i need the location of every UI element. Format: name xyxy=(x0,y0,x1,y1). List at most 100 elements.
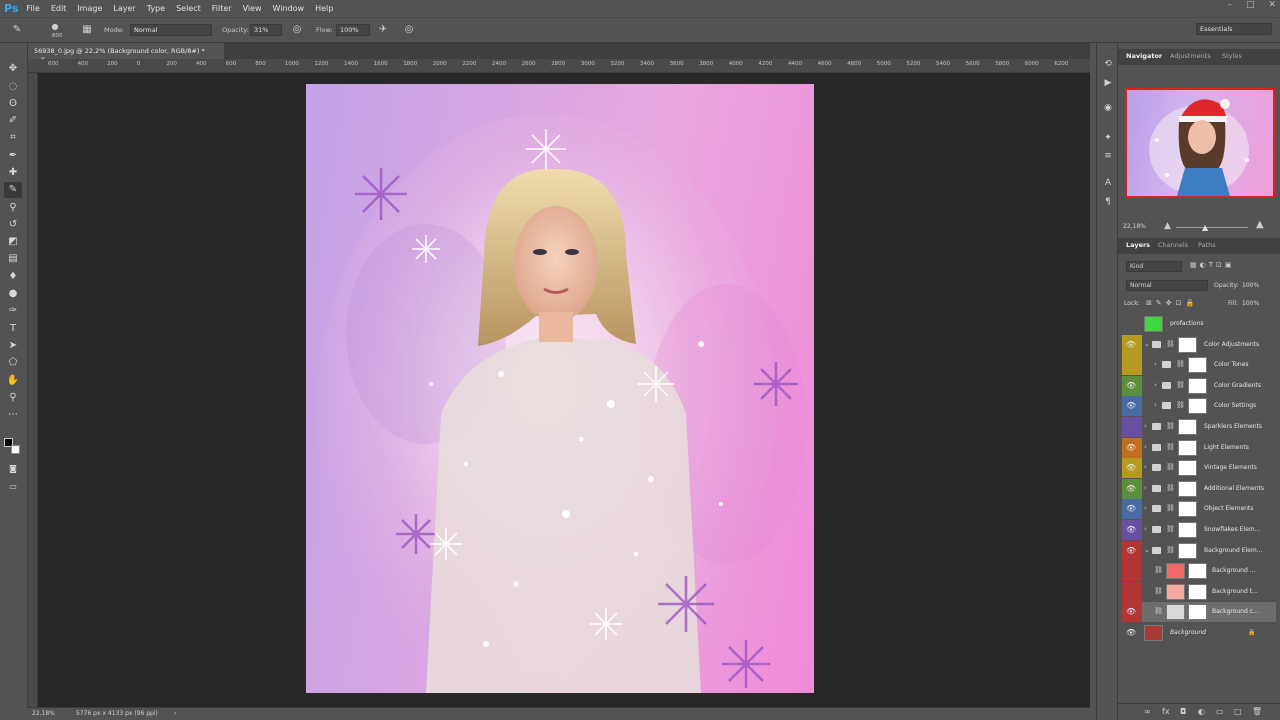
layer-thumbnail[interactable] xyxy=(1144,625,1163,641)
expand-chevron-icon[interactable]: › xyxy=(1144,525,1147,533)
menu-image[interactable]: Image xyxy=(77,4,102,13)
layer-thumbnail[interactable] xyxy=(1188,398,1207,415)
layer-thumbnail[interactable] xyxy=(1166,583,1185,600)
tab-navigator[interactable]: Navigator xyxy=(1126,52,1162,60)
layer-name[interactable]: Additional Elements xyxy=(1204,485,1264,492)
layer-name[interactable]: Background c... xyxy=(1212,608,1259,615)
lasso-tool-icon[interactable]: ʘ xyxy=(4,96,22,112)
chain-link-icon[interactable]: ⛓ xyxy=(1166,546,1175,554)
move-tool-icon[interactable]: ✥ xyxy=(4,61,22,77)
properties-panel-icon[interactable]: ◉ xyxy=(1101,101,1115,115)
layer-row[interactable]: 👁 Background 🔒 xyxy=(1122,623,1276,643)
dodge-tool-icon[interactable]: ● xyxy=(4,286,22,302)
paragraph-panel-icon[interactable]: ¶ xyxy=(1101,195,1115,209)
history-brush-tool-icon[interactable]: ↺ xyxy=(4,217,22,233)
layer-name[interactable]: Snowflakes Elem... xyxy=(1204,526,1260,533)
chain-link-icon[interactable]: ⛓ xyxy=(1166,443,1175,451)
layer-name[interactable]: Background Elem... xyxy=(1204,547,1262,554)
layer-thumbnail[interactable] xyxy=(1144,316,1163,332)
visibility-eye-icon[interactable]: 👁 xyxy=(1126,525,1136,534)
chain-link-icon[interactable]: ⛓ xyxy=(1166,463,1175,471)
fill-field[interactable]: 100% xyxy=(1242,300,1259,307)
expand-chevron-icon[interactable]: ⌄ xyxy=(1144,546,1150,554)
delete-layer-icon[interactable]: 🗑 xyxy=(1252,707,1262,716)
brush-tool-preset-icon[interactable]: ✎ xyxy=(10,23,24,37)
new-group-icon[interactable]: ▭ xyxy=(1216,707,1224,716)
type-tool-icon[interactable]: T xyxy=(4,321,22,337)
layer-row[interactable]: 👁 ⛓ Background c... xyxy=(1122,602,1276,623)
chain-link-icon[interactable]: ⛓ xyxy=(1176,401,1185,409)
background-color-swatch[interactable] xyxy=(11,445,20,454)
menu-select[interactable]: Select xyxy=(176,4,201,13)
hand-tool-icon[interactable]: ✋ xyxy=(4,373,22,389)
layer-mask-thumbnail[interactable] xyxy=(1188,563,1207,580)
quick-mask-icon[interactable]: ◙ xyxy=(4,461,22,477)
canvas-area[interactable] xyxy=(38,73,1090,707)
visibility-eye-icon[interactable]: 👁 xyxy=(1126,504,1136,513)
layer-name[interactable]: Color Gradients xyxy=(1214,382,1261,389)
document-tab[interactable]: 56938_0.jpg @ 22,2% (Background color, R… xyxy=(28,43,224,63)
layer-thumbnail[interactable] xyxy=(1188,377,1207,394)
layer-name[interactable]: Object Elements xyxy=(1204,505,1253,512)
status-menu-arrow[interactable]: › xyxy=(174,710,176,717)
chain-link-icon[interactable]: ⛓ xyxy=(1154,566,1163,574)
layer-name[interactable]: Background t... xyxy=(1212,588,1258,595)
layer-row[interactable]: profactions xyxy=(1122,314,1276,334)
gradient-tool-icon[interactable]: ▤ xyxy=(4,251,22,267)
navigator-zoom-value[interactable]: 22,18% xyxy=(1123,223,1146,230)
zoom-tool-icon[interactable]: ⚲ xyxy=(4,390,22,406)
layer-mask-thumbnail[interactable] xyxy=(1188,583,1207,600)
pressure-size-icon[interactable]: ◎ xyxy=(402,23,416,37)
layer-thumbnail[interactable] xyxy=(1166,563,1185,580)
expand-chevron-icon[interactable]: ⌄ xyxy=(1144,340,1150,348)
brush-panel-icon[interactable]: ▦ xyxy=(80,23,94,37)
zoom-slider-track[interactable] xyxy=(1176,227,1248,228)
expand-chevron-icon[interactable]: › xyxy=(1154,401,1157,409)
history-panel-icon[interactable]: ⟲ xyxy=(1101,57,1115,71)
layer-filter-select[interactable]: Kind xyxy=(1126,261,1182,272)
mode-select[interactable]: Normal xyxy=(130,24,212,36)
layer-row[interactable]: 👁 ⌄ ⛓ Color Adjustments xyxy=(1122,334,1276,355)
visibility-eye-icon[interactable]: 👁 xyxy=(1126,546,1136,555)
layer-thumbnail[interactable] xyxy=(1178,439,1197,456)
zoom-in-icon[interactable]: ▲ xyxy=(1256,219,1264,230)
layer-row[interactable]: ⛓ Background ... xyxy=(1122,561,1276,582)
pen-tool-icon[interactable]: ✑ xyxy=(4,303,22,319)
layer-name[interactable]: Background ... xyxy=(1212,567,1255,574)
chain-link-icon[interactable]: ⛓ xyxy=(1166,422,1175,430)
blend-mode-select[interactable]: Normal xyxy=(1126,280,1208,291)
character-panel-icon[interactable]: A xyxy=(1101,176,1115,190)
layer-name[interactable]: Sparklers Elements xyxy=(1204,423,1262,430)
visibility-eye-icon[interactable]: 👁 xyxy=(1126,484,1136,493)
layer-thumbnail[interactable] xyxy=(1178,460,1197,477)
close-window-button[interactable]: ✕ xyxy=(1268,0,1276,10)
layer-row[interactable]: ⛓ Background t... xyxy=(1122,581,1276,602)
expand-chevron-icon[interactable]: › xyxy=(1154,381,1157,389)
visibility-eye-icon[interactable]: 👁 xyxy=(1126,381,1136,390)
tab-layers[interactable]: Layers xyxy=(1126,241,1150,249)
visibility-eye-icon[interactable]: 👁 xyxy=(1126,628,1136,637)
layer-filter-icons[interactable]: ▦◐T⊡▣ xyxy=(1190,261,1234,269)
navigator-preview[interactable] xyxy=(1125,88,1275,198)
expand-chevron-icon[interactable]: › xyxy=(1144,443,1147,451)
chain-link-icon[interactable]: ⛓ xyxy=(1166,525,1175,533)
airbrush-icon[interactable]: ✈ xyxy=(376,23,390,37)
layer-row[interactable]: 👁 › ⛓ Vintage Elements xyxy=(1122,458,1276,479)
brush-presets-icon[interactable]: ✦ xyxy=(1101,131,1115,145)
layer-name[interactable]: Vintage Elements xyxy=(1204,464,1257,471)
layer-name[interactable]: Color Adjustments xyxy=(1204,341,1259,348)
chain-link-icon[interactable]: ⛓ xyxy=(1176,381,1185,389)
chain-link-icon[interactable]: ⛓ xyxy=(1166,484,1175,492)
visibility-eye-icon[interactable]: 👁 xyxy=(1126,401,1136,410)
crop-tool-icon[interactable]: ⌗ xyxy=(4,130,22,146)
fx-icon[interactable]: fx xyxy=(1162,707,1170,716)
layer-name[interactable]: Color Settings xyxy=(1214,402,1256,409)
layer-thumbnail[interactable] xyxy=(1178,542,1197,559)
tab-styles[interactable]: Styles xyxy=(1222,52,1242,60)
expand-chevron-icon[interactable]: › xyxy=(1144,463,1147,471)
expand-chevron-icon[interactable]: › xyxy=(1154,360,1157,368)
minimize-button[interactable]: – xyxy=(1227,0,1232,10)
layer-thumbnail[interactable] xyxy=(1178,501,1197,518)
clone-stamp-tool-icon[interactable]: ⚲ xyxy=(4,200,22,216)
tab-paths[interactable]: Paths xyxy=(1198,241,1216,249)
